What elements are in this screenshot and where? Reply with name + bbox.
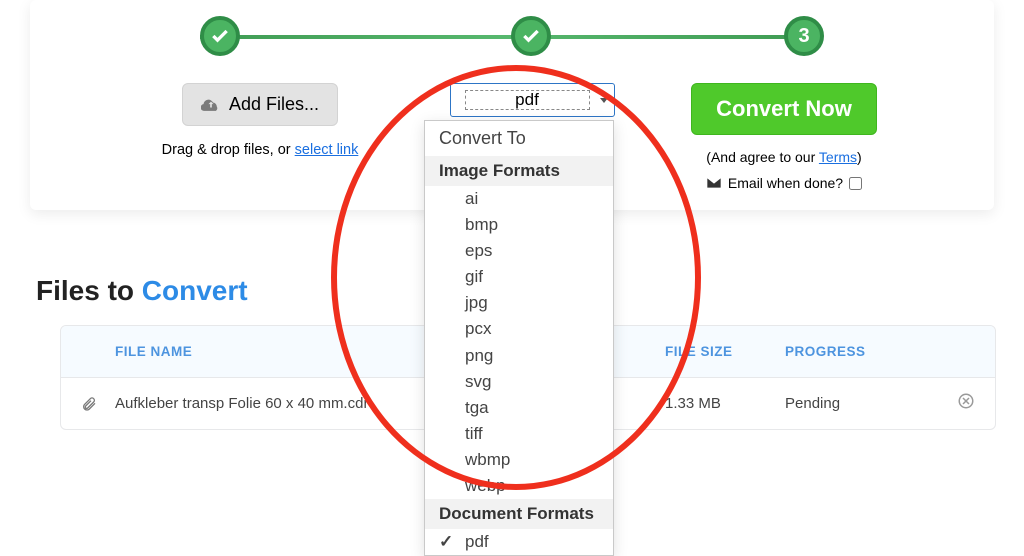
drag-drop-hint-text: Drag & drop files, or [162,142,295,158]
email-when-done[interactable]: Email when done? [706,175,862,191]
step-3-badge: 3 [784,16,824,56]
convert-column: Convert Now (And agree to our Terms) Ema… [634,83,934,194]
format-select[interactable]: pdf [450,83,615,117]
header-progress: PROGRESS [785,344,975,359]
files-section-title: Files to Convert [36,275,248,307]
format-option-svg[interactable]: svg [425,369,613,395]
email-when-done-checkbox[interactable] [849,177,862,190]
format-option-eps[interactable]: eps [425,238,613,264]
format-group-document: Document Formats [425,499,613,529]
file-progress: Pending [785,395,945,412]
format-dropdown-header: Convert To [425,121,613,156]
format-option-tga[interactable]: tga [425,395,613,421]
drag-drop-hint: Drag & drop files, or select link [110,142,410,158]
format-option-pcx[interactable]: pcx [425,316,613,342]
format-column: pdf [392,83,672,122]
chevron-down-icon [600,98,608,103]
terms-suffix: ) [857,149,862,165]
files-title-accent: Convert [142,275,248,306]
terms-link[interactable]: Terms [819,149,857,165]
check-icon [521,26,541,46]
envelope-icon [706,177,722,189]
files-title-plain: Files to [36,275,142,306]
terms-line: (And agree to our Terms) [634,149,934,165]
cloud-upload-icon [201,96,221,114]
step-3-number: 3 [798,25,809,48]
format-dropdown: Convert To Image Formats aibmpepsgifjpgp… [424,120,614,556]
format-option-png[interactable]: png [425,343,613,369]
format-option-webp[interactable]: webp [425,473,613,499]
step-1-badge [200,16,240,56]
add-files-column: Add Files... Drag & drop files, or selec… [110,83,410,158]
format-option-ai[interactable]: ai [425,186,613,212]
step-2-badge [511,16,551,56]
file-size: 1.33 MB [665,395,785,412]
format-option-bmp[interactable]: bmp [425,212,613,238]
step-progress-line [200,35,810,39]
attachment-icon [81,396,115,412]
add-files-label: Add Files... [229,94,319,115]
convert-now-button[interactable]: Convert Now [691,83,877,135]
terms-prefix: (And agree to our [706,149,819,165]
format-option-tiff[interactable]: tiff [425,421,613,447]
remove-file-button[interactable] [945,392,975,415]
email-when-done-label: Email when done? [728,175,843,191]
format-select-value: pdf [465,90,590,110]
format-option-pdf[interactable]: pdf [425,529,613,555]
format-option-wbmp[interactable]: wbmp [425,447,613,473]
format-option-jpg[interactable]: jpg [425,290,613,316]
add-files-button[interactable]: Add Files... [182,83,338,126]
format-option-gif[interactable]: gif [425,264,613,290]
format-group-image: Image Formats [425,156,613,186]
check-icon [210,26,230,46]
header-file-size: FILE SIZE [665,344,785,359]
select-link[interactable]: select link [295,142,359,158]
